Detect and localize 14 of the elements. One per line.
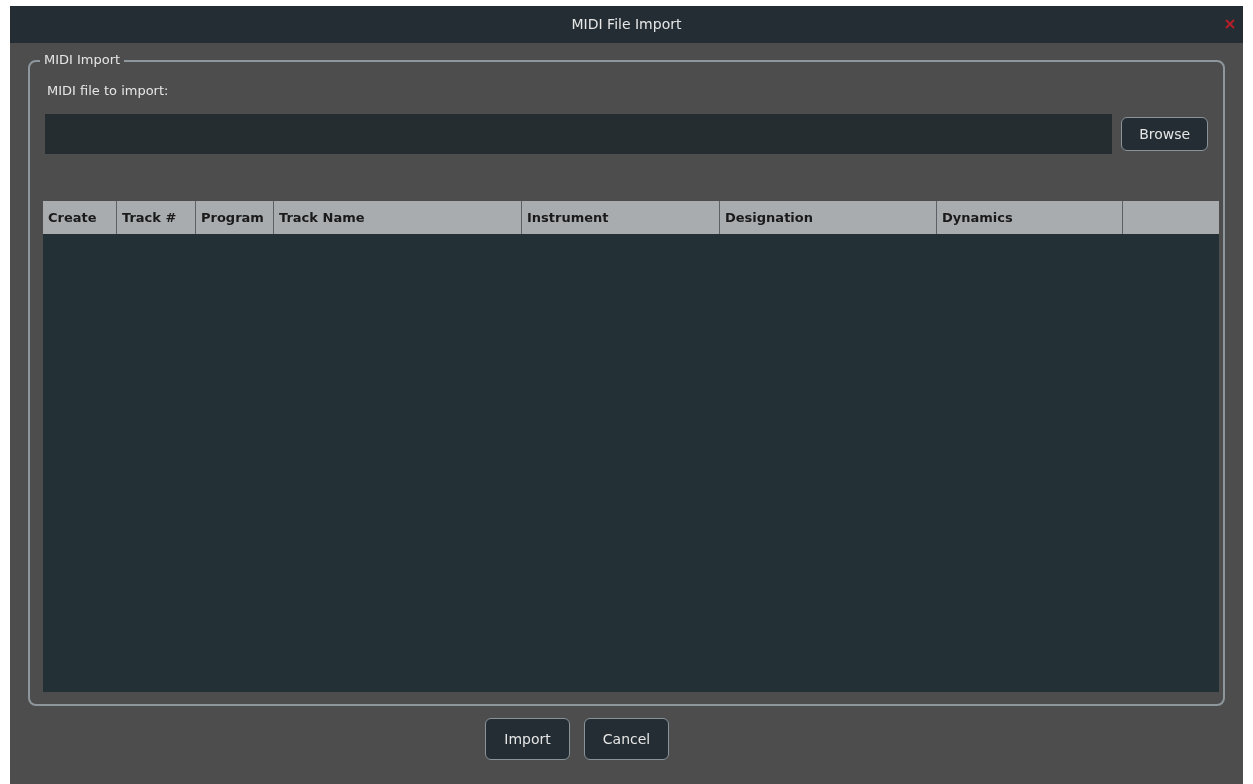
column-header[interactable]: Track Name	[274, 201, 522, 234]
import-button[interactable]: Import	[485, 718, 570, 760]
close-icon[interactable]	[1225, 19, 1235, 29]
window-title: MIDI File Import	[571, 15, 682, 34]
column-header[interactable]: Dynamics	[937, 201, 1123, 234]
column-header[interactable]: Program	[196, 201, 274, 234]
file-path-field[interactable]	[45, 114, 1113, 154]
browse-button[interactable]: Browse	[1121, 117, 1208, 151]
cancel-button[interactable]: Cancel	[584, 718, 669, 760]
column-header[interactable]: Instrument	[522, 201, 720, 234]
file-label: MIDI file to import:	[47, 82, 170, 100]
column-header[interactable]: Create	[43, 201, 117, 234]
column-header[interactable]: Track #	[117, 201, 196, 234]
column-header[interactable]: Designation	[720, 201, 937, 234]
